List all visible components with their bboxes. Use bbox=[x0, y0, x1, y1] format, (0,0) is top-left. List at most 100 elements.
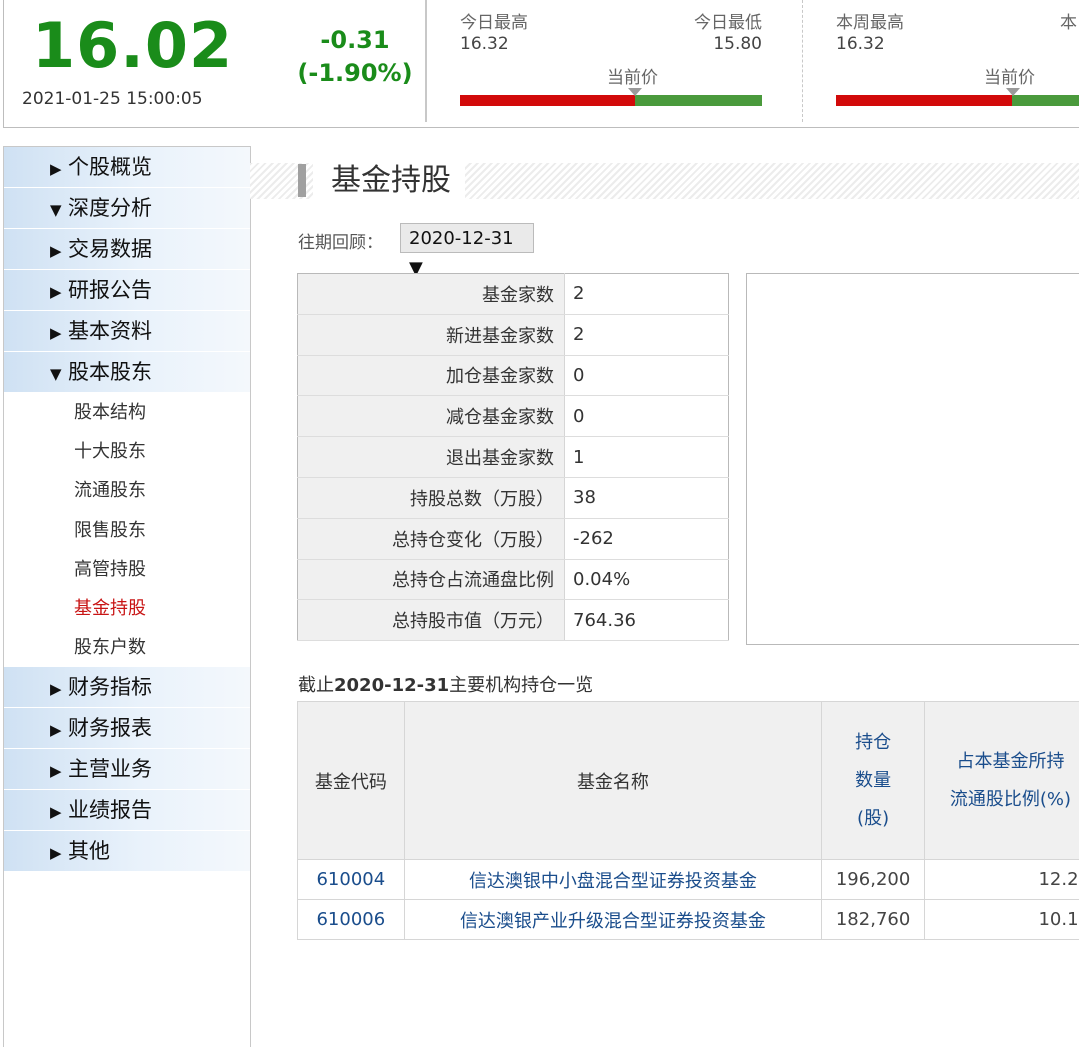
fund-float-ratio: 12.27 bbox=[924, 860, 1079, 900]
title-accent-bar bbox=[298, 164, 306, 197]
price-change-value: -0.31 bbox=[280, 24, 430, 57]
col-header-quantity-line: (股) bbox=[822, 800, 924, 838]
table-row: 610006 信达澳银产业升级混合型证券投资基金 182,760 10.15 bbox=[298, 900, 1079, 940]
sidebar-item-label: 财务指标 bbox=[68, 675, 152, 699]
table-row: 退出基金家数1 bbox=[298, 437, 729, 478]
summary-value: 0.04% bbox=[565, 559, 729, 600]
summary-key: 总持股市值（万元） bbox=[298, 600, 565, 641]
summary-value: 2 bbox=[565, 314, 729, 355]
week-range-red bbox=[836, 95, 1012, 106]
today-range-bar bbox=[460, 95, 762, 106]
main-content: 基金持股 往期回顾： 2020-12-31 ▼ 基金家数2 新进基金家数2 加仓… bbox=[250, 146, 1079, 1046]
table-row: 总持仓变化（万股）-262 bbox=[298, 518, 729, 559]
sidebar-item-label: 股本股东 bbox=[68, 360, 152, 384]
sidebar-item-label: 财务报表 bbox=[68, 716, 152, 740]
today-range-green bbox=[635, 95, 762, 106]
week-range-bar bbox=[836, 95, 1079, 106]
sidebar-item-label: 主营业务 bbox=[68, 757, 152, 781]
quote-timestamp: 2021-01-25 15:00:05 bbox=[22, 89, 203, 109]
col-header-fund-code: 基金代码 bbox=[298, 702, 405, 860]
sidebar-nav: ▶个股概览 ▼深度分析 ▶交易数据 ▶研报公告 ▶基本资料 ▼股本股东 股本结构… bbox=[3, 146, 251, 1047]
today-range-red bbox=[460, 95, 635, 106]
table-row: 持股总数（万股）38 bbox=[298, 477, 729, 518]
triangle-down-icon: ▼ bbox=[50, 190, 68, 230]
sidebar-item-financial-statements[interactable]: ▶财务报表 bbox=[4, 708, 250, 749]
col-header-ratio-line: 流通股比例(%) bbox=[925, 781, 1079, 819]
holdings-subheading: 截止2020-12-31主要机构持仓一览 bbox=[298, 671, 593, 697]
triangle-right-icon: ▶ bbox=[50, 313, 68, 353]
fund-name-link[interactable]: 信达澳银产业升级混合型证券投资基金 bbox=[404, 900, 822, 940]
sidebar-sub-top10-holders[interactable]: 十大股东 bbox=[4, 432, 250, 471]
sidebar-item-deep-analysis[interactable]: ▼深度分析 bbox=[4, 188, 250, 229]
summary-value: 38 bbox=[565, 477, 729, 518]
table-row: 减仓基金家数0 bbox=[298, 396, 729, 437]
sidebar-sub-holder-count[interactable]: 股东户数 bbox=[4, 628, 250, 667]
sidebar-sub-restricted-holders[interactable]: 限售股东 bbox=[4, 511, 250, 550]
sidebar-item-earnings-report[interactable]: ▶业绩报告 bbox=[4, 790, 250, 831]
current-price-marker-icon bbox=[1006, 88, 1020, 96]
triangle-down-icon: ▼ bbox=[50, 354, 68, 394]
summary-value: 2 bbox=[565, 274, 729, 315]
col-header-quantity[interactable]: 持仓 数量 (股) bbox=[822, 702, 925, 860]
week-current-label: 当前价 bbox=[984, 63, 1035, 88]
sidebar-item-stock-overview[interactable]: ▶个股概览 bbox=[4, 147, 250, 188]
sidebar-item-main-business[interactable]: ▶主营业务 bbox=[4, 749, 250, 790]
table-row: 总持仓占流通盘比例0.04% bbox=[298, 559, 729, 600]
sidebar-item-shareholders[interactable]: ▼股本股东 bbox=[4, 352, 250, 393]
summary-key: 减仓基金家数 bbox=[298, 396, 565, 437]
sidebar-item-label: 基本资料 bbox=[68, 319, 152, 343]
fund-name-link[interactable]: 信达澳银中小盘混合型证券投资基金 bbox=[404, 860, 822, 900]
summary-value: -262 bbox=[565, 518, 729, 559]
table-header-row: 基金代码 基金名称 持仓 数量 (股) 占本基金所持 流通股比例(%) bbox=[298, 702, 1079, 860]
sidebar-item-trading-data[interactable]: ▶交易数据 bbox=[4, 229, 250, 270]
week-high-value: 16.32 bbox=[836, 34, 885, 54]
col-header-fund-name: 基金名称 bbox=[404, 702, 822, 860]
sidebar-sub-float-holders[interactable]: 流通股东 bbox=[4, 471, 250, 510]
sidebar-item-research-notices[interactable]: ▶研报公告 bbox=[4, 270, 250, 311]
fund-float-ratio: 10.15 bbox=[924, 900, 1079, 940]
today-low-label: 今日最低 bbox=[694, 8, 762, 33]
sidebar-item-label: 其他 bbox=[68, 839, 110, 863]
sidebar-item-other[interactable]: ▶其他 bbox=[4, 831, 250, 872]
sidebar-item-label: 交易数据 bbox=[68, 237, 152, 261]
fund-quantity: 196,200 bbox=[822, 860, 925, 900]
summary-key: 总持仓变化（万股） bbox=[298, 518, 565, 559]
summary-key: 基金家数 bbox=[298, 274, 565, 315]
col-header-float-ratio[interactable]: 占本基金所持 流通股比例(%) bbox=[924, 702, 1079, 860]
quote-divider-dashed bbox=[802, 0, 803, 122]
table-row: 总持股市值（万元）764.36 bbox=[298, 600, 729, 641]
today-current-label: 当前价 bbox=[607, 63, 658, 88]
triangle-right-icon: ▶ bbox=[50, 792, 68, 832]
table-row: 新进基金家数2 bbox=[298, 314, 729, 355]
period-select[interactable]: 2020-12-31 ▼ bbox=[400, 223, 534, 253]
subhead-prefix: 截止 bbox=[298, 675, 334, 696]
summary-key: 新进基金家数 bbox=[298, 314, 565, 355]
triangle-right-icon: ▶ bbox=[50, 751, 68, 791]
sidebar-sub-executive-holdings[interactable]: 高管持股 bbox=[4, 550, 250, 589]
week-range: 本周最高 本 16.32 当前价 bbox=[836, 6, 1079, 116]
triangle-right-icon: ▶ bbox=[50, 833, 68, 873]
triangle-right-icon: ▶ bbox=[50, 272, 68, 312]
summary-key: 退出基金家数 bbox=[298, 437, 565, 478]
table-row: 基金家数2 bbox=[298, 274, 729, 315]
sidebar-sub-fund-holdings[interactable]: 基金持股 bbox=[4, 589, 250, 628]
today-low-value: 15.80 bbox=[713, 34, 762, 54]
summary-key: 加仓基金家数 bbox=[298, 355, 565, 396]
fund-code-link[interactable]: 610004 bbox=[298, 860, 405, 900]
period-label: 往期回顾： bbox=[298, 228, 383, 253]
page-title: 基金持股 bbox=[313, 163, 465, 199]
summary-value: 1 bbox=[565, 437, 729, 478]
subhead-suffix: 主要机构持仓一览 bbox=[449, 675, 593, 696]
fund-code-link[interactable]: 610006 bbox=[298, 900, 405, 940]
today-range: 今日最高 今日最低 16.32 15.80 当前价 bbox=[460, 6, 762, 116]
quote-bar: 16.02 2021-01-25 15:00:05 -0.31 (-1.90%)… bbox=[3, 0, 1079, 128]
sidebar-item-financial-indicators[interactable]: ▶财务指标 bbox=[4, 667, 250, 708]
fund-quantity: 182,760 bbox=[822, 900, 925, 940]
sidebar-item-basic-info[interactable]: ▶基本资料 bbox=[4, 311, 250, 352]
week-range-green bbox=[1012, 95, 1079, 106]
col-header-ratio-line: 占本基金所持 bbox=[925, 743, 1079, 781]
week-high-label: 本周最高 bbox=[836, 8, 904, 33]
table-row: 610004 信达澳银中小盘混合型证券投资基金 196,200 12.27 bbox=[298, 860, 1079, 900]
sidebar-sub-share-structure[interactable]: 股本结构 bbox=[4, 393, 250, 432]
price-change: -0.31 (-1.90%) bbox=[280, 24, 430, 90]
